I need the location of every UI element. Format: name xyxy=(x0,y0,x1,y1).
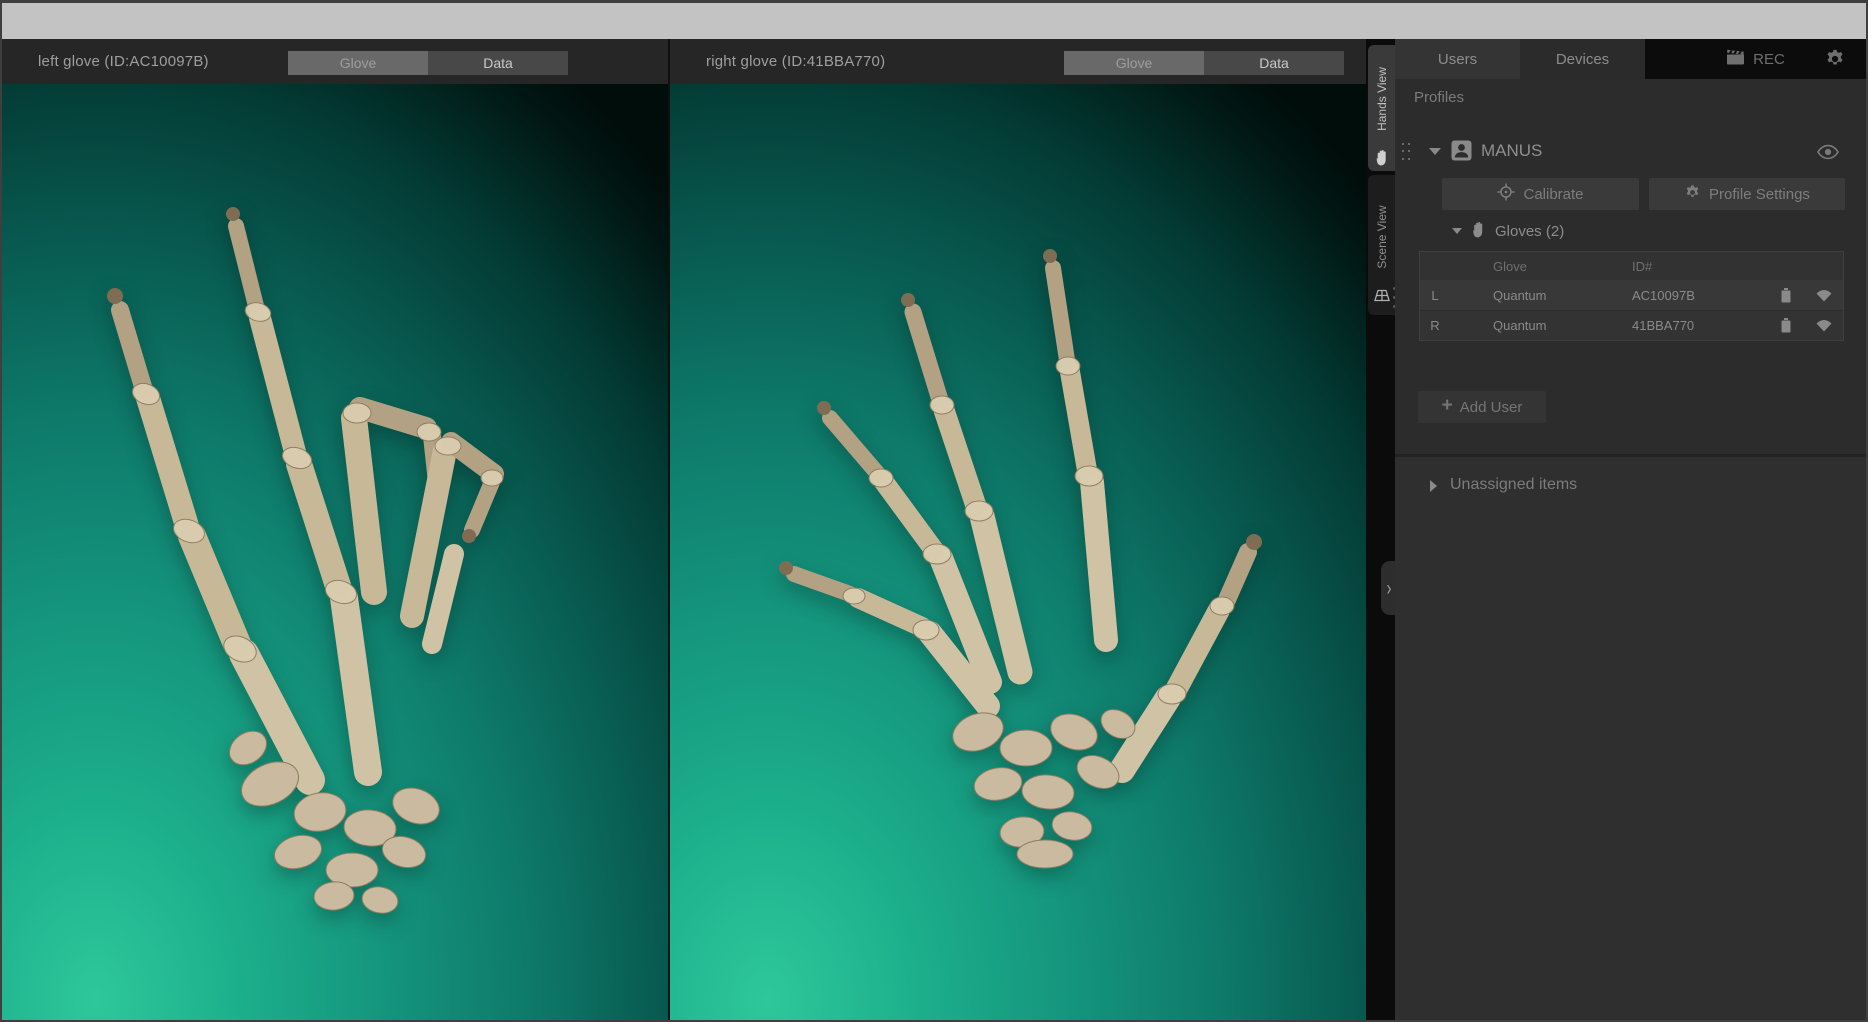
sidebar: Users Devices REC Profiles xyxy=(1395,39,1866,1020)
left-pane-title: left glove (ID:AC10097B) xyxy=(38,53,209,70)
window-titlebar[interactable] xyxy=(2,3,1866,39)
tab-devices[interactable]: Devices xyxy=(1520,39,1645,79)
left-tab-data[interactable]: Data xyxy=(428,51,568,75)
add-user-label: Add User xyxy=(1460,399,1523,416)
wifi-icon xyxy=(1805,319,1843,332)
calibrate-label: Calibrate xyxy=(1523,186,1583,203)
glove-id: 41BBA770 xyxy=(1592,318,1767,333)
chevron-right-icon: › xyxy=(1387,576,1392,600)
right-3d-viewport[interactable] xyxy=(670,84,1366,1020)
tab-hands-view[interactable]: Hands View xyxy=(1368,45,1395,171)
hand-icon xyxy=(1374,149,1389,171)
hand-icon xyxy=(1471,221,1486,243)
glove-id: AC10097B xyxy=(1592,288,1767,303)
right-pane-header: right glove (ID:41BBA770) Glove Data xyxy=(670,39,1366,84)
left-glove-pane: left glove (ID:AC10097B) Glove Data xyxy=(2,39,668,1020)
collapse-caret-icon xyxy=(1452,228,1462,234)
profile-settings-label: Profile Settings xyxy=(1709,186,1810,203)
right-tab-glove[interactable]: Glove xyxy=(1064,51,1204,75)
right-pane-title: right glove (ID:41BBA770) xyxy=(706,53,885,70)
gloves-section-title: Gloves (2) xyxy=(1495,223,1564,240)
scene-grid-icon xyxy=(1374,289,1390,307)
sidebar-tab-bar: Users Devices REC xyxy=(1395,39,1866,79)
calibrate-button[interactable]: Calibrate xyxy=(1442,178,1639,210)
right-skeletal-hand xyxy=(670,84,1366,1020)
battery-icon xyxy=(1767,288,1805,303)
unassigned-items-label: Unassigned items xyxy=(1450,476,1577,494)
left-3d-viewport[interactable] xyxy=(2,84,668,1020)
user-badge-icon xyxy=(1451,140,1472,166)
glove-table: Glove ID# L Quantum AC10097B xyxy=(1419,251,1844,341)
tab-users[interactable]: Users xyxy=(1395,39,1520,79)
column-id: ID# xyxy=(1592,259,1767,274)
tab-scene-view[interactable]: Scene View xyxy=(1368,175,1395,315)
unassigned-items-header[interactable]: Unassigned items xyxy=(1395,475,1866,499)
right-tab-data[interactable]: Data xyxy=(1204,51,1344,75)
left-pane-header: left glove (ID:AC10097B) Glove Data xyxy=(2,39,668,84)
gloves-section-header[interactable]: Gloves (2) xyxy=(1395,221,1866,243)
column-glove: Glove xyxy=(1450,259,1592,274)
manus-core-window: left glove (ID:AC10097B) Glove Data xyxy=(0,0,1868,1022)
glove-table-header: Glove ID# xyxy=(1420,252,1843,280)
gear-icon[interactable] xyxy=(1824,48,1846,70)
drag-handle-icon[interactable] xyxy=(1402,143,1410,161)
crosshair-icon xyxy=(1497,183,1515,205)
profiles-section-title: Profiles xyxy=(1414,89,1464,106)
eye-icon[interactable] xyxy=(1816,142,1840,162)
expand-caret-icon xyxy=(1430,480,1437,492)
glove-side: R xyxy=(1420,318,1450,333)
left-skeletal-hand xyxy=(2,84,668,1020)
add-user-button[interactable]: + Add User xyxy=(1418,391,1546,423)
glove-type: Quantum xyxy=(1450,288,1592,303)
profile-row-manus[interactable]: MANUS xyxy=(1395,139,1866,165)
rec-label: REC xyxy=(1753,51,1785,68)
left-tab-glove[interactable]: Glove xyxy=(288,51,428,75)
glove-row-right[interactable]: R Quantum 41BBA770 xyxy=(1420,310,1843,340)
profile-settings-button[interactable]: Profile Settings xyxy=(1649,178,1845,210)
collapse-caret-icon[interactable] xyxy=(1429,148,1441,155)
clapperboard-icon xyxy=(1726,49,1745,70)
profile-actions: Calibrate Profile Settings xyxy=(1395,178,1866,210)
profile-name: MANUS xyxy=(1481,141,1542,161)
glove-type: Quantum xyxy=(1450,318,1592,333)
plus-icon: + xyxy=(1442,395,1453,417)
right-glove-pane: right glove (ID:41BBA770) Glove Data xyxy=(670,39,1366,1020)
scene-view-label: Scene View xyxy=(1375,205,1389,268)
view-tab-strip: Hands View Scene View xyxy=(1366,39,1395,1020)
hands-view-label: Hands View xyxy=(1375,67,1389,131)
left-pane-tab-group: Glove Data xyxy=(288,51,568,75)
right-pane-tab-group: Glove Data xyxy=(1064,51,1344,75)
glove-side: L xyxy=(1420,288,1450,303)
battery-icon xyxy=(1767,318,1805,333)
wifi-icon xyxy=(1805,289,1843,302)
gear-icon xyxy=(1684,184,1701,205)
glove-row-left[interactable]: L Quantum AC10097B xyxy=(1420,280,1843,310)
unassigned-section: Unassigned items xyxy=(1395,457,1866,1020)
